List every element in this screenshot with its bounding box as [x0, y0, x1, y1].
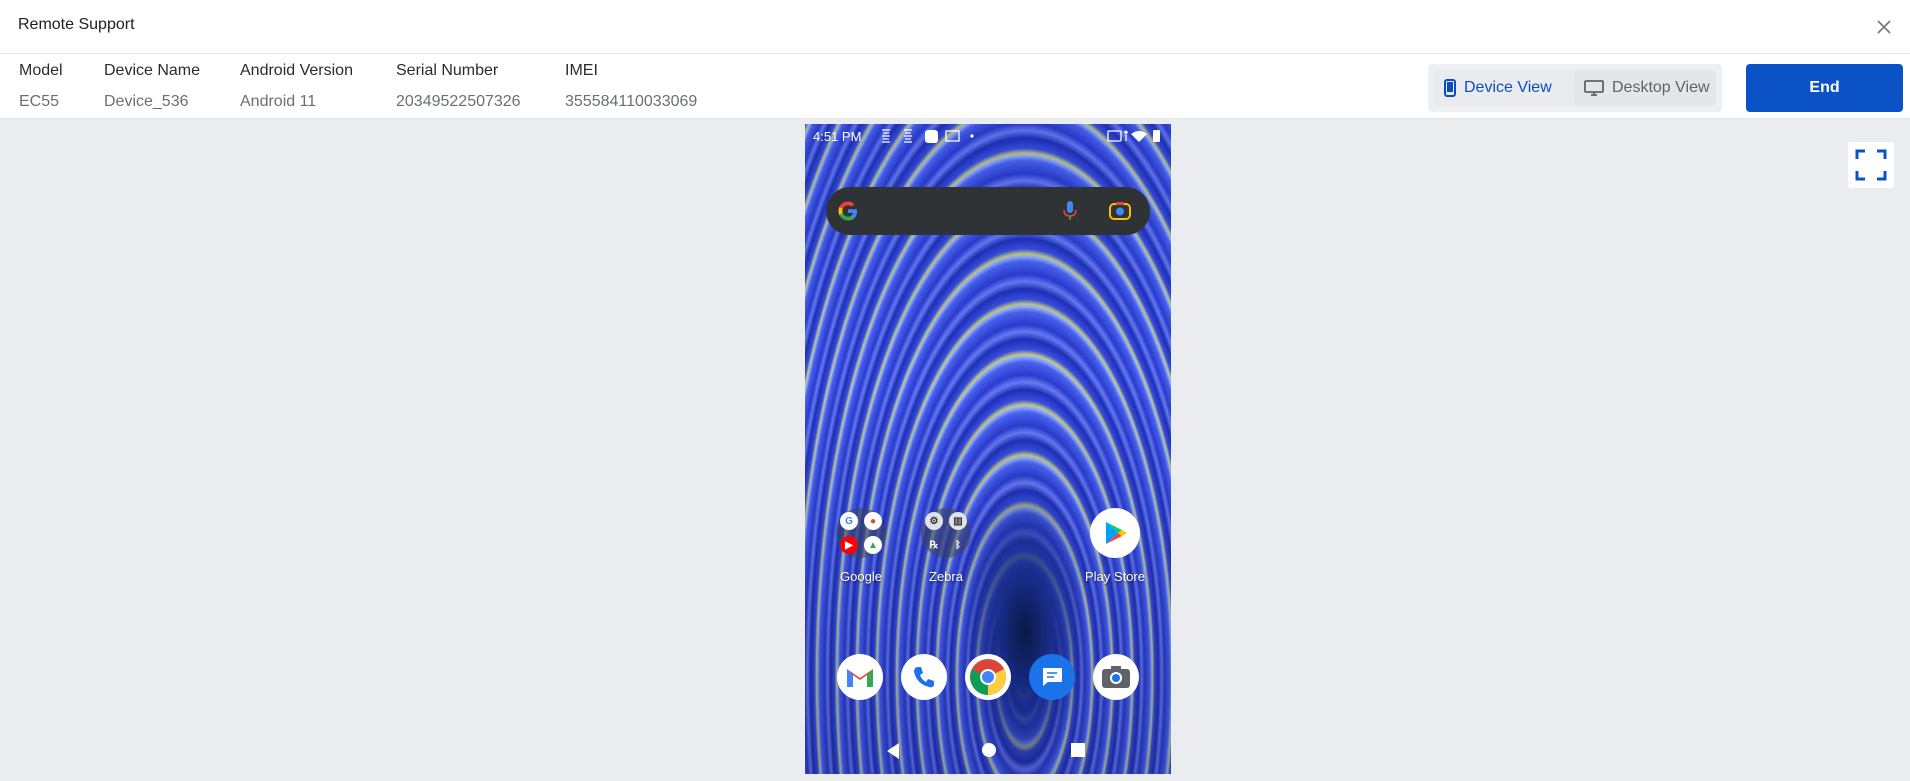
info-value: 20349522507326 [396, 93, 521, 110]
phone-icon[interactable] [901, 654, 947, 700]
mobile-phone-icon [1444, 79, 1456, 97]
info-label: Android Version [240, 62, 353, 79]
notification-icons [882, 129, 974, 143]
info-value: Device_536 [104, 93, 189, 110]
info-imei: IMEI 355584110033069 [565, 59, 697, 111]
youtube-mini-icon: ▶ [840, 536, 858, 554]
page-title: Remote Support [18, 16, 135, 33]
google-folder[interactable]: G ● ▶ ▲ [836, 508, 886, 558]
recents-nav-icon[interactable] [1071, 743, 1085, 757]
device-view-button[interactable]: Device View [1434, 70, 1574, 106]
play-store-label: Play Store [1085, 569, 1145, 584]
device-screen[interactable]: 4:51 PM G ● ▶ ▲ Google ⚙ ▥ ℞ ᛒ Zebra Pla… [805, 124, 1171, 774]
rx-mini-icon: ℞ [929, 539, 939, 551]
play-triangle-icon [1106, 522, 1127, 544]
messages-icon[interactable] [1029, 654, 1075, 700]
google-app-icon: G [840, 512, 858, 530]
gmail-icon[interactable] [837, 654, 883, 700]
info-value: EC55 [19, 93, 60, 110]
google-g-icon [838, 201, 857, 221]
zebra-folder-label: Zebra [929, 569, 963, 584]
google-lens-icon[interactable] [1109, 201, 1131, 221]
info-value: 355584110033069 [565, 93, 698, 110]
info-serial-number: Serial Number 20349522507326 [396, 59, 521, 111]
info-model: Model EC55 [19, 59, 63, 111]
google-search-bar[interactable] [826, 187, 1150, 235]
microphone-icon[interactable] [1062, 200, 1078, 222]
home-nav-icon[interactable] [981, 742, 997, 758]
close-icon[interactable] [1874, 17, 1894, 37]
zebra-folder[interactable]: ⚙ ▥ ℞ ᛒ [921, 508, 971, 558]
info-android-version: Android Version Android 11 [240, 59, 353, 111]
info-label: IMEI [565, 62, 598, 79]
chrome-icon[interactable] [965, 654, 1011, 700]
back-nav-icon[interactable] [885, 742, 901, 760]
expand-icon [1855, 149, 1887, 181]
info-label: Serial Number [396, 62, 499, 79]
desktop-view-button[interactable]: Desktop View [1574, 70, 1716, 106]
drive-mini-icon: ▲ [864, 536, 882, 554]
bluetooth-mini-icon: ᛒ [955, 539, 961, 551]
zebra-app-icon: ⚙ [925, 512, 943, 530]
status-time: 4:51 PM [813, 129, 862, 144]
info-label: Device Name [104, 62, 201, 79]
fullscreen-button[interactable] [1848, 142, 1894, 188]
info-label: Model [19, 62, 63, 79]
system-status-icons [1107, 130, 1160, 142]
view-toggle: Device View Desktop View [1428, 64, 1722, 112]
monitor-icon [1584, 80, 1604, 96]
top-bar: Remote Support [0, 0, 1910, 54]
device-view-label: Device View [1464, 79, 1552, 96]
play-store-icon[interactable] [1090, 508, 1140, 558]
info-device-name: Device Name Device_536 [104, 59, 200, 111]
google-folder-label: Google [840, 569, 882, 584]
phone-status-bar: 4:51 PM [805, 124, 1171, 148]
info-value: Android 11 [240, 93, 317, 110]
chart-mini-icon: ▥ [949, 512, 967, 530]
camera-icon[interactable] [1093, 654, 1139, 700]
desktop-view-label: Desktop View [1612, 79, 1710, 96]
chrome-mini-icon: ● [864, 512, 882, 530]
end-session-button[interactable]: End [1746, 64, 1903, 112]
